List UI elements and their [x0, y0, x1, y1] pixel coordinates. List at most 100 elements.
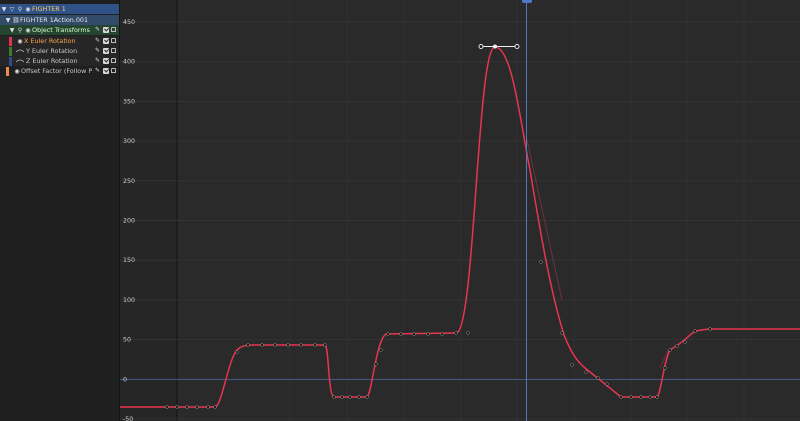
playhead-line[interactable]: [526, 0, 528, 421]
keyframe-point[interactable]: [286, 343, 290, 347]
wrench-icon[interactable]: ✎: [94, 67, 101, 74]
keyframe-point[interactable]: [206, 405, 210, 409]
eye-icon[interactable]: ◉: [24, 6, 32, 13]
keyframe-point[interactable]: [175, 405, 179, 409]
channel-toggles: ✎: [92, 37, 116, 44]
keyframe-point[interactable]: [639, 395, 643, 399]
eye-icon[interactable]: ◉: [16, 38, 24, 45]
channel-row-offset-factor[interactable]: ◉ Offset Factor (Follow Path) ✎: [0, 66, 119, 76]
lock-icon[interactable]: [111, 68, 116, 73]
group-name: Object Transforms: [32, 26, 90, 34]
keyframe-point[interactable]: [340, 395, 344, 399]
playhead-handle[interactable]: [522, 0, 532, 3]
group-toggles: ✎: [92, 26, 116, 33]
lock-icon[interactable]: [111, 58, 116, 63]
keyframe-point[interactable]: [619, 395, 623, 399]
graph-editor-canvas[interactable]: 450 400 350 300 250 200 150 100 50 0 -50: [120, 0, 800, 421]
value-axis-label: 200: [123, 218, 135, 225]
keyframe-point[interactable]: [332, 395, 336, 399]
keyframe-point[interactable]: [683, 340, 687, 344]
keyframe-point[interactable]: [708, 327, 712, 331]
action-name: FIGHTER 1Action.001: [20, 16, 89, 24]
keyframe-point[interactable]: [584, 370, 588, 374]
channel-color-swatch: [9, 56, 12, 66]
mute-checkbox[interactable]: [103, 57, 109, 64]
mute-checkbox[interactable]: [103, 47, 109, 54]
keyframe-point[interactable]: [648, 395, 652, 399]
object-name: FIGHTER 1: [32, 5, 66, 13]
eye-icon[interactable]: ◉: [24, 27, 32, 34]
wrench-icon[interactable]: ✎: [94, 37, 101, 44]
keyframe-point[interactable]: [235, 350, 239, 354]
filter-icon[interactable]: ▽: [8, 6, 16, 13]
keyframe-point[interactable]: [185, 405, 189, 409]
value-axis-label: 100: [123, 297, 135, 304]
channel-color-swatch: [9, 46, 12, 56]
keyframe-point[interactable]: [348, 395, 352, 399]
lock-icon[interactable]: [111, 27, 116, 32]
handle-right[interactable]: [514, 44, 520, 49]
handle-left[interactable]: [478, 44, 484, 49]
channel-row-action[interactable]: ▼ ⛓ FIGHTER 1Action.001: [0, 15, 119, 25]
keyframe-point[interactable]: [299, 343, 303, 347]
channel-row-object[interactable]: ▼ ▽ ⚲ ◉ FIGHTER 1: [0, 4, 119, 14]
channel-row-y-euler[interactable]: Y Euler Rotation ✎: [0, 46, 119, 56]
wrench-icon[interactable]: ✎: [94, 47, 101, 54]
keyframe-point[interactable]: [165, 405, 169, 409]
keyframe-point[interactable]: [379, 348, 383, 352]
keyframe-point[interactable]: [412, 332, 416, 336]
keyframe-point[interactable]: [560, 331, 564, 335]
keyframe-point[interactable]: [539, 260, 543, 264]
keyframe-point[interactable]: [365, 395, 369, 399]
keyframe-point[interactable]: [454, 331, 458, 335]
keyframe-point[interactable]: [596, 376, 600, 380]
lock-icon[interactable]: [111, 48, 116, 53]
keyframe-point[interactable]: [357, 395, 361, 399]
keyframe-point[interactable]: [273, 343, 277, 347]
keyframe-point[interactable]: [313, 343, 317, 347]
keyframe-point[interactable]: [655, 395, 659, 399]
keyframe-point[interactable]: [675, 344, 679, 348]
keyframe-point[interactable]: [195, 405, 199, 409]
mute-checkbox[interactable]: [103, 67, 109, 74]
channel-label: Y Euler Rotation: [26, 47, 78, 55]
keyframe-point[interactable]: [386, 332, 390, 336]
expand-triangle-icon[interactable]: ▼: [4, 17, 12, 24]
curve-visibility-icon[interactable]: [16, 58, 24, 64]
keyframe-point[interactable]: [629, 395, 633, 399]
eye-icon[interactable]: ◉: [13, 68, 21, 75]
keyframe-point[interactable]: [246, 343, 250, 347]
value-axis-label: -50: [123, 416, 133, 421]
keyframe-point[interactable]: [570, 363, 574, 367]
action-icon: ⛓: [12, 16, 20, 24]
mute-checkbox[interactable]: [103, 37, 109, 44]
keyframe-point[interactable]: [323, 343, 327, 347]
selected-keyframe[interactable]: [493, 44, 497, 49]
value-axis-label: 150: [123, 257, 135, 264]
wrench-icon[interactable]: ✎: [94, 26, 101, 33]
keyframe-point[interactable]: [213, 405, 217, 409]
keyframe-point[interactable]: [426, 332, 430, 336]
expand-triangle-icon[interactable]: ▼: [0, 6, 8, 13]
channel-row-x-euler[interactable]: ◉ X Euler Rotation ✎: [0, 36, 119, 46]
keyframe-point[interactable]: [605, 382, 609, 386]
keyframe-point[interactable]: [260, 343, 264, 347]
value-axis-label: 0: [123, 376, 127, 383]
wrench-icon[interactable]: ✎: [94, 57, 101, 64]
graph-svg[interactable]: 450 400 350 300 250 200 150 100 50 0 -50: [120, 0, 800, 421]
expand-triangle-icon[interactable]: ▼: [8, 27, 16, 34]
pin-icon[interactable]: ⚲: [16, 6, 24, 13]
keyframe-point[interactable]: [668, 348, 672, 352]
channel-row-z-euler[interactable]: Z Euler Rotation ✎: [0, 56, 119, 66]
keyframe-point[interactable]: [466, 331, 470, 335]
mute-checkbox[interactable]: [103, 26, 109, 33]
lock-icon[interactable]: [111, 38, 116, 43]
curve-visibility-icon[interactable]: [16, 48, 24, 54]
keyframe-point[interactable]: [440, 332, 444, 336]
value-axis-label: 350: [123, 98, 135, 105]
keyframe-point[interactable]: [693, 329, 697, 333]
keyframe-point[interactable]: [663, 366, 667, 370]
keyframe-point[interactable]: [374, 362, 378, 366]
channel-row-group[interactable]: ▼ ⚲ ◉ Object Transforms ✎: [0, 25, 119, 35]
keyframe-point[interactable]: [399, 332, 403, 336]
